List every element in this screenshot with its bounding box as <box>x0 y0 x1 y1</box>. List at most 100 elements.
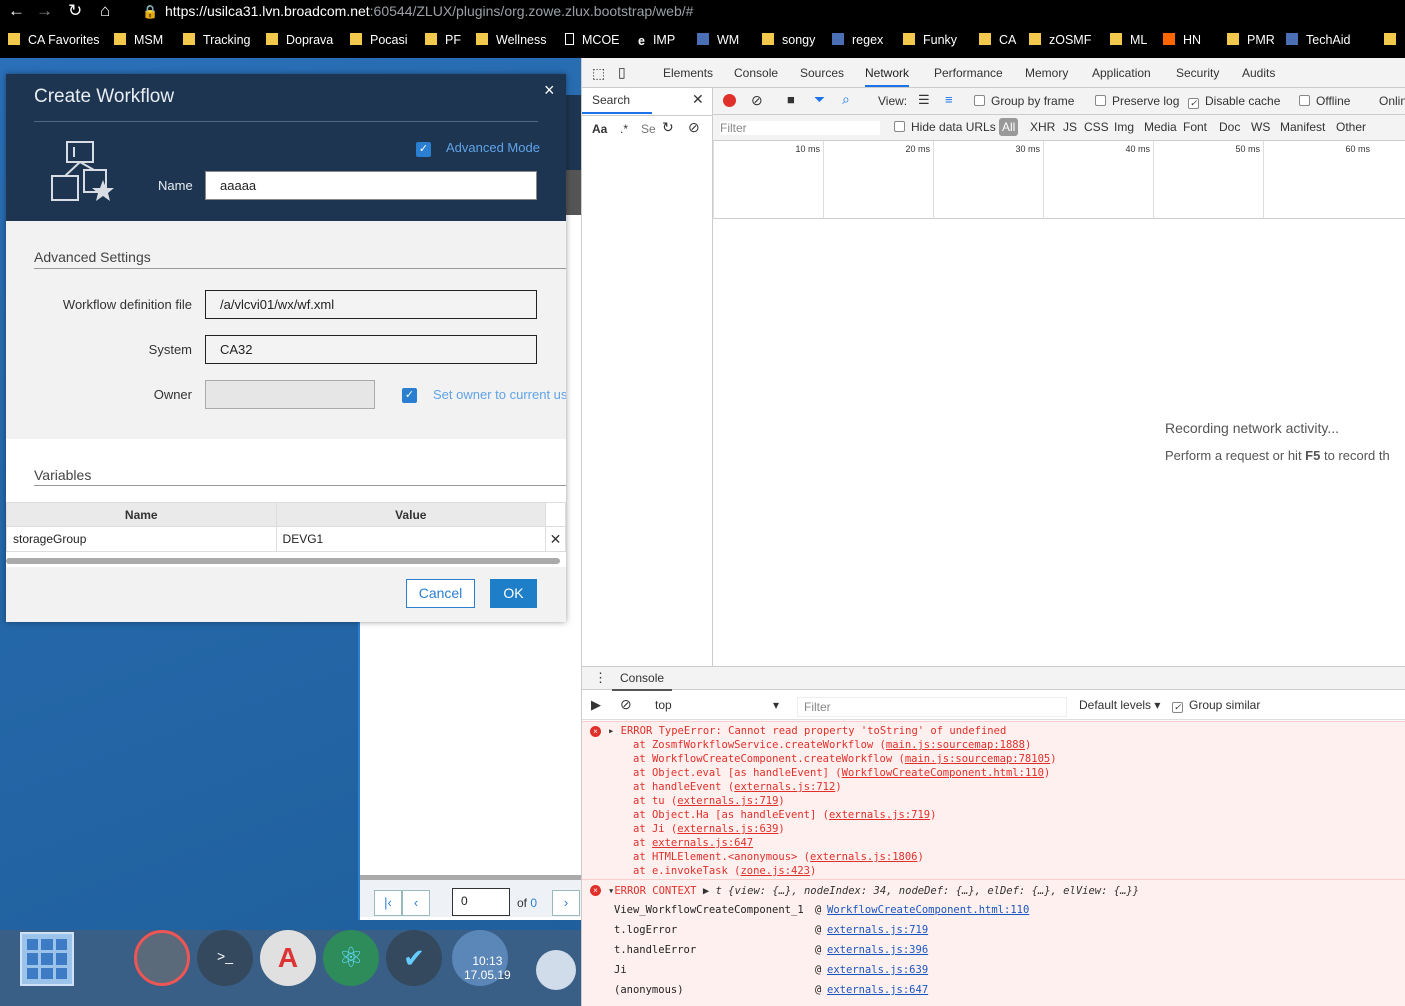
user-avatar[interactable] <box>536 950 576 990</box>
bookmark-pmr[interactable]: PMR <box>1227 33 1275 47</box>
ok-button[interactable]: OK <box>490 579 537 608</box>
type-filter-img[interactable]: Img <box>1114 120 1134 134</box>
bookmark-songy[interactable]: songy <box>762 33 815 47</box>
type-filter-xhr[interactable]: XHR <box>1030 120 1055 134</box>
bookmark-msm[interactable]: MSM <box>114 33 163 47</box>
source-link[interactable]: externals.js:647 <box>827 984 928 996</box>
tab-application[interactable]: Application <box>1092 66 1151 80</box>
tab-elements[interactable]: Elements <box>663 66 713 80</box>
type-filter-ws[interactable]: WS <box>1251 120 1270 134</box>
bookmark-wellness[interactable]: Wellness <box>476 33 546 47</box>
bookmark-ca-favorites[interactable]: CA Favorites <box>8 33 100 47</box>
variable-value-cell[interactable]: DEVG1 <box>275 526 547 552</box>
bookmark-doprava[interactable]: Doprava <box>266 33 333 47</box>
group-similar-checkbox[interactable]: ✓ Group similar <box>1172 698 1260 713</box>
source-link[interactable]: externals.js:639 <box>827 964 928 976</box>
angular-app-icon[interactable]: A <box>260 930 316 986</box>
search-icon[interactable]: ⌕ <box>842 91 850 108</box>
source-link[interactable]: externals.js:719 <box>827 924 928 936</box>
group-by-frame-checkbox[interactable]: Group by frame <box>974 94 1074 108</box>
owner-checkbox[interactable]: ✓ <box>402 388 417 403</box>
type-filter-css[interactable]: CSS <box>1084 120 1109 134</box>
context-select[interactable]: top ▾ <box>655 698 785 712</box>
terminal-app-icon[interactable]: >_ <box>197 930 253 986</box>
tab-performance[interactable]: Performance <box>934 66 1003 80</box>
source-link[interactable]: externals.js:396 <box>827 944 928 956</box>
bookmark-techaid[interactable]: TechAid <box>1286 33 1350 47</box>
regex-button[interactable]: .* <box>620 122 628 136</box>
large-rows-icon[interactable]: ☰ <box>918 92 930 108</box>
source-link[interactable]: WorkflowCreateComponent.html:110 <box>827 904 1029 916</box>
type-filter-all[interactable]: All <box>999 118 1019 136</box>
type-filter-other[interactable]: Other <box>1336 120 1366 134</box>
advanced-mode-label[interactable]: Advanced Mode <box>446 140 540 155</box>
sidebar-toggle-icon[interactable]: ▶ <box>591 697 601 713</box>
advanced-mode-checkbox[interactable]: ✓ <box>416 142 431 157</box>
url-field[interactable]: https://usilca31.lvn.broadcom.net:60544/… <box>165 3 693 19</box>
bookmark-funky[interactable]: Funky <box>903 33 957 47</box>
bookmark-wm[interactable]: WM <box>697 33 739 47</box>
preserve-log-checkbox[interactable]: Preserve log <box>1095 94 1179 108</box>
type-filter-doc[interactable]: Doc <box>1219 120 1240 134</box>
def-file-input[interactable]: /a/vlcvi01/wx/wf.xml <box>205 290 537 319</box>
reload-icon[interactable]: ↻ <box>68 1 82 21</box>
close-search-icon[interactable]: ✕ <box>692 91 704 108</box>
search-input[interactable]: Se <box>641 122 656 136</box>
source-link[interactable]: externals.js:647 <box>652 837 753 849</box>
source-link[interactable]: zone.js:423 <box>740 865 810 877</box>
clear-search-icon[interactable]: ⊘ <box>688 119 700 136</box>
next-page-button[interactable]: › <box>552 890 580 916</box>
type-filter-font[interactable]: Font <box>1183 120 1207 134</box>
throttling-select[interactable]: Online <box>1379 94 1405 108</box>
source-link[interactable]: externals.js:719 <box>829 809 930 821</box>
bookmark-pocasi[interactable]: Pocasi <box>350 33 408 47</box>
disable-cache-checkbox[interactable]: ✓ Disable cache <box>1188 94 1280 109</box>
first-page-button[interactable]: |‹ <box>374 890 402 916</box>
variable-name-cell[interactable]: storageGroup <box>6 526 277 552</box>
record-icon[interactable] <box>723 94 736 107</box>
bookmark-mcoe[interactable]: MCOE <box>565 33 620 47</box>
source-link[interactable]: WorkflowCreateComponent.html:110 <box>842 767 1044 779</box>
source-link[interactable]: externals.js:1806 <box>810 851 917 863</box>
table-scrollbar[interactable] <box>6 558 560 564</box>
owner-input[interactable] <box>205 380 375 409</box>
cancel-button[interactable]: Cancel <box>406 579 475 608</box>
bookmark-regex[interactable]: regex <box>832 33 883 47</box>
type-filter-js[interactable]: JS <box>1063 120 1077 134</box>
drawer-menu-icon[interactable]: ⋮ <box>594 670 607 686</box>
bookmark-de[interactable]: De <box>1384 33 1405 47</box>
prev-page-button[interactable]: ‹ <box>402 890 430 916</box>
type-filter-manifest[interactable]: Manifest <box>1280 120 1325 134</box>
network-filter-input[interactable]: Filter <box>720 121 880 135</box>
workflow-app-icon[interactable]: ✔ <box>386 930 442 986</box>
source-link[interactable]: main.js:sourcemap:78105 <box>905 753 1050 765</box>
tab-network[interactable]: Network <box>865 66 910 87</box>
bookmark-hn[interactable]: HN <box>1163 33 1201 47</box>
table-row[interactable]: storageGroup DEVG1 ✕ <box>6 526 566 552</box>
match-case-button[interactable]: Aa <box>592 122 607 136</box>
bookmark-ml[interactable]: ML <box>1110 33 1147 47</box>
screenshot-icon[interactable]: ■ <box>787 92 795 107</box>
back-icon[interactable]: ← <box>8 1 25 21</box>
forward-icon[interactable]: → <box>36 1 53 21</box>
tab-audits[interactable]: Audits <box>1242 66 1275 80</box>
device-toggle-icon[interactable]: ▯ <box>618 64 626 81</box>
waterfall-icon[interactable]: ≡ <box>945 92 953 107</box>
system-input[interactable]: CA32 <box>205 335 537 364</box>
console-filter-input[interactable]: Filter <box>797 697 1067 717</box>
tab-memory[interactable]: Memory <box>1025 66 1068 80</box>
source-link[interactable]: externals.js:639 <box>677 823 778 835</box>
refresh-search-icon[interactable]: ↻ <box>662 119 674 136</box>
name-input[interactable]: aaaaa <box>205 171 537 200</box>
column-header-name[interactable]: Name <box>6 502 277 527</box>
app-launcher-icon[interactable] <box>20 932 74 986</box>
filter-icon[interactable]: ⏷ <box>814 91 825 108</box>
remove-row-icon[interactable]: ✕ <box>545 526 566 552</box>
log-levels-select[interactable]: Default levels ▾ <box>1079 698 1160 712</box>
close-icon[interactable]: × <box>544 80 555 101</box>
page-input[interactable]: 0 <box>452 888 510 916</box>
bookmark-imp[interactable]: e IMP <box>638 33 675 48</box>
type-filter-media[interactable]: Media <box>1144 120 1177 134</box>
bookmark-ca[interactable]: CA <box>979 33 1016 47</box>
offline-checkbox[interactable]: Offline <box>1299 94 1350 108</box>
